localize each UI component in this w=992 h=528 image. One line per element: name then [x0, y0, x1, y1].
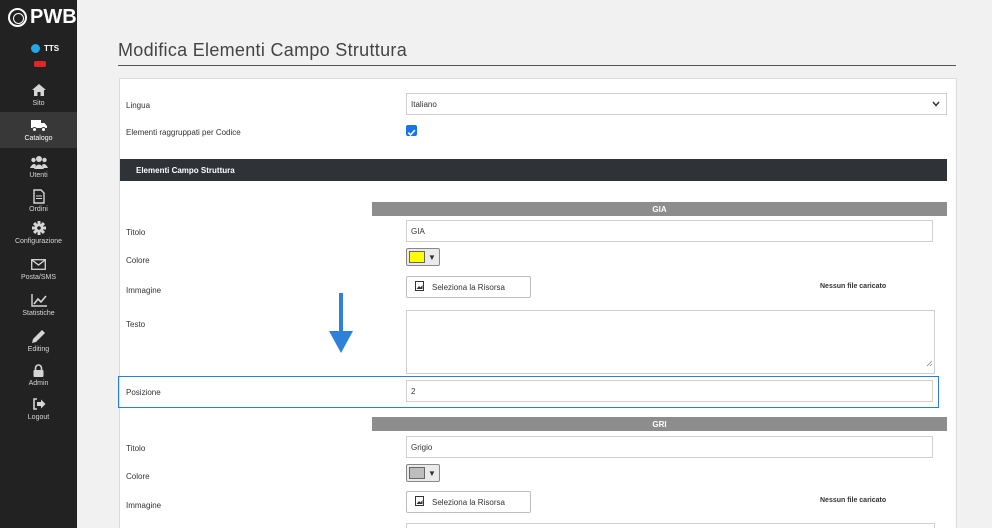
testo-textarea[interactable] — [406, 310, 935, 374]
sidebar-item-label: Statistiche — [22, 310, 55, 317]
titolo-value: GIA — [411, 226, 425, 236]
arrow-down-icon — [329, 293, 353, 360]
lingua-select[interactable]: Italiano — [406, 93, 947, 115]
section-title: Elementi Campo Struttura — [136, 165, 235, 175]
color-swatch — [409, 467, 425, 479]
sidebar-item-sito[interactable]: Sito — [0, 80, 77, 110]
sidebar-item-label: Editing — [27, 346, 50, 353]
colore-label: Colore — [126, 256, 150, 265]
truck-icon — [30, 115, 47, 135]
chevron-down-icon — [932, 100, 940, 109]
color-picker-button[interactable]: ▼ — [406, 464, 440, 482]
sidebar-item-label: Catalogo — [24, 135, 53, 142]
sidebar-item-ordini[interactable]: Ordini — [0, 186, 77, 216]
envelope-icon — [31, 254, 46, 274]
colore-label: Colore — [126, 472, 150, 481]
posizione-value: 2 — [411, 386, 416, 396]
grouped-checkbox[interactable] — [406, 125, 417, 137]
section-header: Elementi Campo Struttura — [120, 159, 947, 181]
status-label: TTS — [44, 44, 60, 53]
sidebar-item-catalogo[interactable]: Catalogo — [0, 112, 77, 148]
brand-name: PWB — [30, 6, 77, 28]
testo-textarea[interactable] — [406, 523, 935, 528]
select-resource-button[interactable]: Seleziona la Risorsa — [406, 276, 531, 298]
grouped-label: Elementi raggruppati per Codice — [126, 128, 241, 137]
sidebar-item-label: Ordini — [29, 206, 48, 213]
alert-badge — [34, 61, 46, 67]
group-header-gri: GRI — [372, 417, 947, 431]
group-header-gia: GIA — [372, 202, 947, 216]
select-resource-label: Seleziona la Risorsa — [432, 282, 505, 292]
logout-icon — [32, 394, 46, 414]
titolo-label: Titolo — [126, 228, 146, 237]
titolo-input[interactable]: GIA — [406, 220, 933, 242]
posizione-label: Posizione — [126, 388, 161, 397]
sidebar-item-label: Posta/SMS — [20, 274, 56, 281]
sidebar-item-label: Configurazione — [14, 238, 63, 245]
chart-icon — [30, 290, 47, 310]
group-code: GRI — [652, 419, 667, 429]
testo-label: Testo — [126, 320, 146, 329]
color-swatch — [409, 251, 425, 263]
resize-grip-icon[interactable] — [926, 354, 933, 372]
color-picker-button[interactable]: ▼ — [406, 248, 440, 266]
lock-icon — [33, 360, 44, 380]
sidebar-item-statistiche[interactable]: Statistiche — [0, 290, 77, 320]
titolo-label: Titolo — [126, 444, 146, 453]
image-file-icon — [415, 281, 424, 293]
no-file-status: Nessun file caricato — [820, 283, 887, 290]
home-icon — [31, 80, 46, 100]
document-icon — [32, 186, 45, 206]
select-resource-button[interactable]: Seleziona la Risorsa — [406, 491, 531, 513]
immagine-label: Immagine — [126, 501, 162, 510]
sidebar-item-label: Admin — [28, 380, 49, 387]
logo-mark-icon — [8, 8, 27, 27]
form-panel — [119, 78, 957, 528]
users-icon — [29, 152, 48, 172]
sidebar-item-configurazione[interactable]: Configurazione — [0, 218, 77, 250]
sidebar-item-posta-sms[interactable]: Posta/SMS — [0, 254, 77, 284]
sidebar-item-editing[interactable]: Editing — [0, 326, 77, 356]
checkmark-icon — [407, 129, 416, 137]
sidebar-item-label: Utenti — [29, 172, 48, 179]
sidebar-item-admin[interactable]: Admin — [0, 360, 77, 390]
caret-down-icon: ▼ — [428, 252, 436, 262]
no-file-status: Nessun file caricato — [820, 497, 887, 504]
titolo-value: Grigio — [411, 442, 433, 452]
select-resource-label: Seleziona la Risorsa — [432, 497, 505, 507]
page-title: Modifica Elementi Campo Struttura — [118, 40, 408, 60]
status-dot-icon — [31, 44, 40, 53]
sidebar: PWB TTS Sito Catalogo Utenti Ordini Conf… — [0, 0, 77, 528]
titolo-input[interactable]: Grigio — [406, 436, 933, 458]
brand-logo[interactable]: PWB — [8, 6, 77, 29]
pencil-icon — [32, 326, 45, 346]
sidebar-item-logout[interactable]: Logout — [0, 394, 77, 424]
group-code: GIA — [652, 204, 667, 214]
caret-down-icon: ▼ — [428, 468, 436, 478]
lingua-select-value: Italiano — [411, 99, 437, 109]
immagine-label: Immagine — [126, 286, 162, 295]
sidebar-item-utenti[interactable]: Utenti — [0, 152, 77, 182]
gear-icon — [31, 218, 46, 238]
sidebar-item-label: Sito — [32, 100, 45, 107]
lingua-label: Lingua — [126, 101, 151, 110]
title-divider — [118, 65, 956, 66]
posizione-input[interactable]: 2 — [406, 380, 933, 402]
sidebar-item-label: Logout — [27, 414, 50, 421]
status-indicator: TTS — [31, 44, 59, 53]
image-file-icon — [415, 496, 424, 508]
